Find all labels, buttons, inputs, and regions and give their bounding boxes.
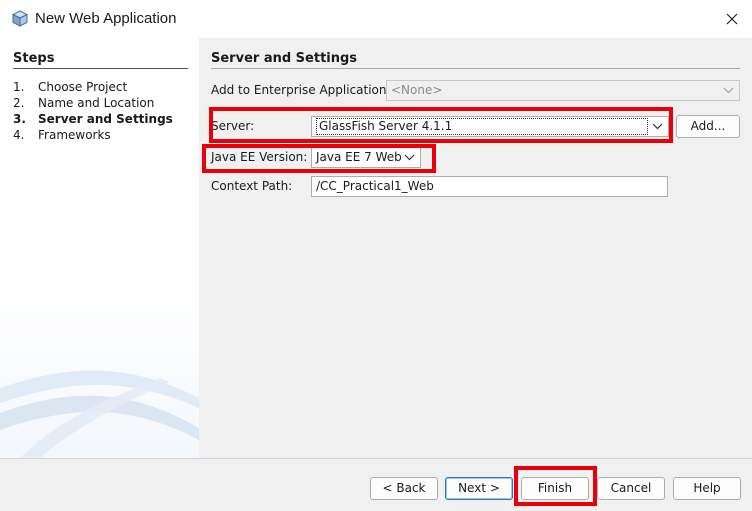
decorative-swoosh — [0, 370, 199, 458]
netbeans-cube-icon — [12, 10, 28, 27]
add-server-label: Add... — [690, 119, 726, 133]
close-icon — [726, 13, 738, 25]
server-select[interactable]: GlassFish Server 4.1.1 — [311, 116, 669, 137]
server-value: GlassFish Server 4.1.1 — [316, 118, 648, 135]
cancel-button[interactable]: Cancel — [597, 477, 665, 500]
javaee-version-select[interactable]: Java EE 7 Web — [311, 147, 421, 168]
close-button[interactable] — [712, 0, 752, 38]
back-button[interactable]: < Back — [370, 477, 438, 500]
step-label: Server and Settings — [38, 112, 173, 126]
javaee-version-label: Java EE Version: — [211, 150, 308, 164]
step-label: Name and Location — [38, 96, 155, 110]
step-item: 4. Frameworks — [13, 127, 173, 143]
settings-panel: Server and Settings Add to Enterprise Ap… — [199, 38, 752, 458]
context-path-input[interactable]: /CC_Practical1_Web — [311, 176, 668, 197]
enterprise-application-select: <None> — [386, 80, 740, 101]
step-label: Frameworks — [38, 128, 111, 142]
window-title: New Web Application — [35, 10, 177, 27]
step-number: 4. — [13, 128, 25, 142]
steps-title: Steps — [13, 51, 188, 69]
chevron-down-icon — [723, 87, 734, 94]
button-bar: < Back Next > Finish Cancel Help — [0, 458, 752, 511]
step-item: 2. Name and Location — [13, 95, 173, 111]
step-label: Choose Project — [38, 80, 128, 94]
next-button[interactable]: Next > — [445, 477, 513, 500]
title-bar: New Web Application — [0, 0, 752, 38]
add-server-button[interactable]: Add... — [676, 115, 740, 138]
finish-button[interactable]: Finish — [521, 477, 589, 500]
step-number: 3. — [13, 112, 26, 126]
steps-list: 1. Choose Project 2. Name and Location 3. S… — [13, 79, 173, 143]
step-number: 2. — [13, 96, 25, 110]
chevron-down-icon — [652, 123, 663, 130]
enterprise-application-value: <None> — [391, 83, 443, 97]
chevron-down-icon — [404, 154, 415, 161]
step-item: 1. Choose Project — [13, 79, 173, 95]
help-button[interactable]: Help — [673, 477, 741, 500]
enterprise-label: Add to Enterprise Application: — [211, 83, 391, 97]
server-label: Server: — [211, 119, 255, 133]
step-item-current: 3. Server and Settings — [13, 111, 173, 127]
section-title: Server and Settings — [211, 51, 740, 69]
steps-panel: Steps 1. Choose Project 2. Name and Locati… — [0, 38, 199, 458]
javaee-version-value: Java EE 7 Web — [316, 150, 402, 164]
step-number: 1. — [13, 80, 25, 94]
context-path-label: Context Path: — [211, 179, 293, 193]
